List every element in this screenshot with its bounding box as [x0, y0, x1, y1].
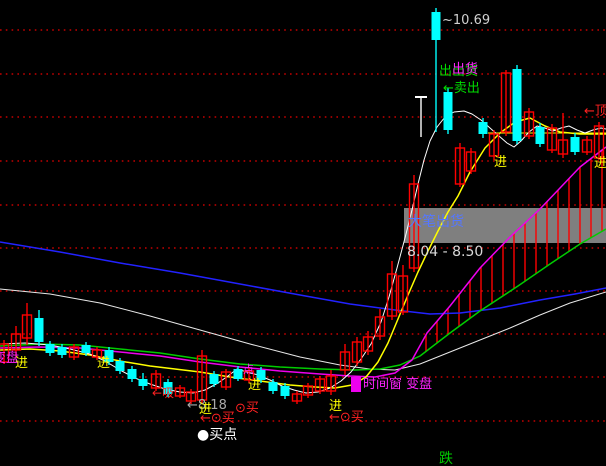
- annotation-text-10: 进: [97, 356, 110, 371]
- annotation-text-5: 进: [494, 155, 507, 170]
- tooltip-price-range: 8.04 - 8.50: [407, 244, 483, 260]
- candle-up: [82, 345, 91, 353]
- annotation-text-19: ←⊙买: [329, 410, 364, 425]
- candle-up: [116, 361, 125, 371]
- annotation-text-17: ⊙买: [235, 401, 259, 416]
- annotation-text-2: 出货: [452, 61, 478, 77]
- annotation-text-16: ←⊙买: [200, 411, 235, 426]
- time-window-marker: [351, 377, 361, 392]
- annotation-text-20: ●买点: [197, 427, 237, 443]
- candle-up: [432, 12, 441, 40]
- candle-up: [35, 318, 44, 342]
- annotation-text-4: ←顶: [584, 104, 606, 119]
- candle-up: [210, 374, 219, 384]
- candle-up: [513, 69, 522, 141]
- candle-up: [571, 137, 580, 152]
- annotation-text-6: 进: [594, 156, 606, 171]
- candle-up: [281, 386, 290, 396]
- candle-up: [269, 382, 278, 391]
- annotation-text-11: 点: [243, 363, 254, 376]
- annotation-text-21: 跌: [439, 451, 453, 466]
- annotation-text-12: 进: [248, 378, 261, 393]
- candle-up: [58, 347, 67, 355]
- annotation-text-13: ←吸: [152, 386, 174, 400]
- candle-up: [139, 379, 148, 386]
- candlestick-chart[interactable]: ~10.69出出货出货←卖出←顶进进时间窗 变盘变盘进进点进←吸←8.18进←⊙…: [0, 0, 606, 466]
- candle-up: [46, 344, 55, 353]
- annotation-text-9: 进: [15, 356, 28, 371]
- annotation-text-0: ~10.69: [442, 13, 490, 28]
- annotation-text-3: ←卖出: [443, 81, 480, 96]
- candle-up: [479, 122, 488, 134]
- candle-up: [128, 369, 137, 379]
- candle-up: [536, 127, 545, 144]
- tooltip-title: 大笔出货: [408, 213, 464, 230]
- candle-up: [234, 369, 243, 379]
- annotation-text-7: 时间窗 变盘: [363, 376, 432, 392]
- candle-up: [444, 92, 453, 130]
- stock-chart-screen: ~10.69出出货出货←卖出←顶进进时间窗 变盘变盘进进点进←吸←8.18进←⊙…: [0, 0, 606, 466]
